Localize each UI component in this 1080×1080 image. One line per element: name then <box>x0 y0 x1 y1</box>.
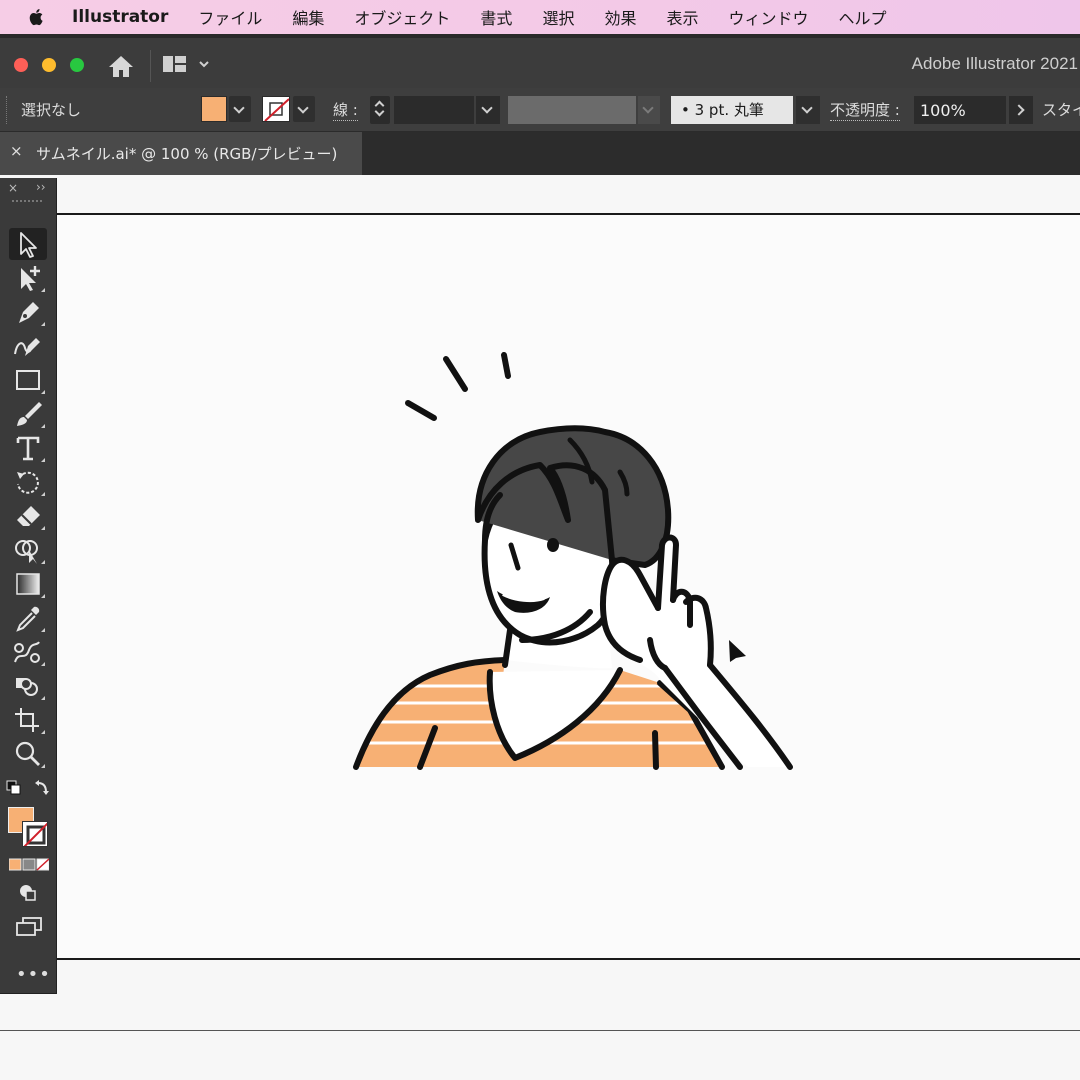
tool-flyout-indicator <box>41 764 45 768</box>
stroke-swatch[interactable] <box>262 96 290 122</box>
eye-right <box>547 538 559 552</box>
control-bar-grip[interactable] <box>6 96 8 124</box>
window-zoom-button[interactable] <box>70 58 84 72</box>
variable-width-profile[interactable] <box>508 96 636 124</box>
gradient-tool-button[interactable] <box>9 568 47 600</box>
apple-menu-icon[interactable] <box>28 7 46 27</box>
menu-window[interactable]: ウィンドウ <box>728 5 808 29</box>
tool-flyout-indicator <box>41 594 45 598</box>
stroke-dropdown[interactable] <box>293 96 315 122</box>
tool-flyout-indicator <box>41 424 45 428</box>
menu-select[interactable]: 選択 <box>542 5 574 29</box>
tool-flyout-indicator <box>41 526 45 530</box>
stroke-weight-stepper[interactable] <box>370 96 390 124</box>
stroke-weight-dropdown[interactable] <box>476 96 500 124</box>
menu-type[interactable]: 書式 <box>480 5 512 29</box>
tools-panel-collapse-icon[interactable]: ›› <box>36 180 46 194</box>
tool-flyout-indicator <box>41 730 45 734</box>
mouse-cursor-icon <box>729 640 746 662</box>
eraser-tool-button[interactable] <box>9 500 47 532</box>
paintbrush-tool-button[interactable] <box>9 398 47 430</box>
symbol-sprayer-tool-button[interactable] <box>9 670 47 702</box>
rotate-tool-button[interactable] <box>9 466 47 498</box>
menu-bar: Illustrator ファイル 編集 オブジェクト 書式 選択 効果 表示 ウ… <box>0 0 1080 34</box>
window-close-button[interactable] <box>14 58 28 72</box>
tool-flyout-indicator <box>41 628 45 632</box>
menu-view[interactable]: 表示 <box>666 5 698 29</box>
type-tool-button[interactable] <box>9 432 47 464</box>
sparkle-lines <box>405 352 511 421</box>
menu-edit[interactable]: 編集 <box>292 5 324 29</box>
curvature-icon <box>14 338 40 356</box>
tool-flyout-indicator <box>41 390 45 394</box>
control-bar: 選択なし 線 : • 3 pt. 丸筆 不透明度 : 100% スタイ <box>0 88 1080 132</box>
illustration-artwork[interactable] <box>0 175 1080 1080</box>
tool-flyout-indicator <box>41 662 45 666</box>
color-mode-buttons[interactable] <box>9 858 49 871</box>
menu-file[interactable]: ファイル <box>198 5 262 29</box>
opacity-arrow-button[interactable] <box>1009 96 1033 124</box>
brush-definition[interactable]: • 3 pt. 丸筆 <box>671 96 793 124</box>
screen-mode-icon[interactable] <box>14 916 44 938</box>
menu-effect[interactable]: 効果 <box>604 5 636 29</box>
window-title-bar: Adobe Illustrator 2021 <box>0 34 1080 88</box>
style-label[interactable]: スタイ <box>1042 99 1080 120</box>
home-icon[interactable] <box>106 52 136 80</box>
draw-mode-icon[interactable] <box>18 883 40 903</box>
stepper-down-icon[interactable] <box>374 106 385 117</box>
tool-flyout-indicator <box>41 492 45 496</box>
menu-object[interactable]: オブジェクト <box>354 5 450 29</box>
window-title: Adobe Illustrator 2021 <box>911 54 1078 73</box>
eyedropper-tool-button[interactable] <box>9 602 47 634</box>
none-stroke-icon <box>264 98 289 121</box>
tool-flyout-indicator <box>41 288 45 292</box>
document-tab-name[interactable]: サムネイル.ai* @ 100 % (RGB/プレビュー) <box>36 143 337 164</box>
fill-dropdown[interactable] <box>229 96 251 122</box>
none-stroke-icon <box>23 822 47 846</box>
canvas[interactable] <box>0 175 1080 1080</box>
rectangle-tool-button[interactable] <box>9 364 47 396</box>
blend-tool-button[interactable] <box>9 636 47 668</box>
tab-close-icon[interactable]: × <box>10 142 23 160</box>
variable-width-dropdown[interactable] <box>638 96 660 124</box>
selection-status: 選択なし <box>21 101 82 119</box>
curvature-tool-button[interactable] <box>9 330 47 362</box>
brush-dropdown[interactable] <box>796 96 820 124</box>
menu-help[interactable]: ヘルプ <box>839 5 887 29</box>
direct-selection-tool-button[interactable] <box>9 262 47 294</box>
tool-flyout-indicator <box>41 696 45 700</box>
tool-flyout-indicator <box>41 322 45 326</box>
tools-panel-grip[interactable] <box>12 200 42 206</box>
tools-stroke-swatch[interactable] <box>22 821 48 847</box>
document-tab-bar: × サムネイル.ai* @ 100 % (RGB/プレビュー) <box>0 132 1080 175</box>
shape-builder-tool-button[interactable] <box>9 534 47 566</box>
tools-panel-header: × ›› <box>0 178 57 200</box>
stroke-label[interactable]: 線 : <box>333 99 358 121</box>
workspace-switcher-icon[interactable] <box>162 52 214 78</box>
edit-toolbar-more-icon[interactable]: ••• <box>16 964 51 985</box>
tool-flyout-indicator <box>41 560 45 564</box>
selection-tool-button[interactable] <box>9 228 47 260</box>
fill-swatch[interactable] <box>201 96 227 122</box>
title-separator <box>150 50 151 82</box>
opacity-input[interactable]: 100% <box>914 96 1006 124</box>
pen-tool-button[interactable] <box>9 296 47 328</box>
tools-panel: × ›› ••• <box>0 178 57 994</box>
document-tab[interactable]: × サムネイル.ai* @ 100 % (RGB/プレビュー) <box>0 132 362 175</box>
zoom-tool-button[interactable] <box>9 738 47 770</box>
selection-arrow-icon <box>20 232 37 258</box>
window-minimize-button[interactable] <box>42 58 56 72</box>
artboard-tool-button[interactable] <box>9 704 47 736</box>
opacity-label[interactable]: 不透明度 : <box>830 99 900 121</box>
tool-flyout-indicator <box>41 458 45 462</box>
stroke-weight-input[interactable] <box>394 96 474 124</box>
tools-panel-close-icon[interactable]: × <box>8 181 18 195</box>
menu-app-name[interactable]: Illustrator <box>72 7 168 27</box>
default-fill-stroke-icon[interactable] <box>6 778 52 800</box>
